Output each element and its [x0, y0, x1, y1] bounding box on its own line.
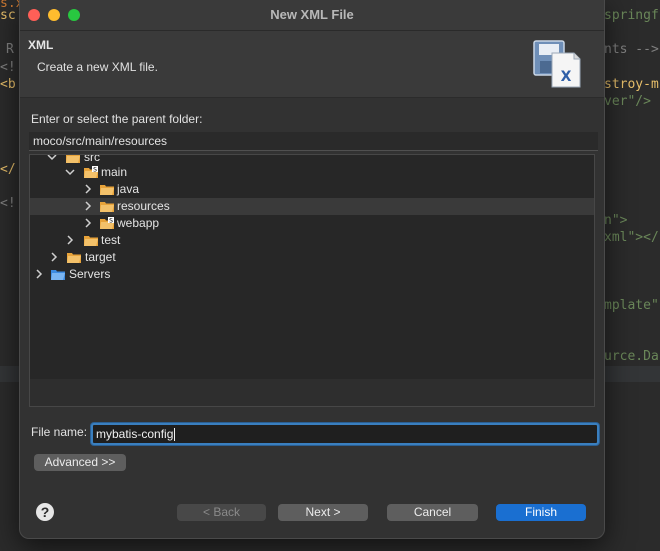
editor-text: n"> [604, 213, 628, 228]
editor-text: R [6, 42, 14, 57]
wizard-header: XML Create a new XML file. X [20, 31, 604, 98]
window-title: New XML File [270, 7, 354, 22]
tree-item-test[interactable]: test [30, 232, 594, 249]
tree-item-webapp[interactable]: S webapp [30, 215, 594, 232]
tree-item-target[interactable]: target [30, 249, 594, 266]
chevron-right-icon[interactable] [34, 269, 44, 279]
tree-item-label: target [85, 250, 116, 264]
tree-item-resources[interactable]: resources [30, 198, 594, 215]
folder-icon [100, 185, 114, 195]
svg-text:X: X [561, 69, 572, 85]
editor-text: urce.Da [604, 349, 659, 364]
parent-folder-input[interactable]: moco/src/main/resources [29, 132, 598, 151]
help-icon[interactable]: ? [36, 503, 54, 521]
folder-icon [84, 236, 98, 246]
editor-text: mplate" [604, 298, 659, 313]
editor-text: stroy-m [604, 77, 659, 92]
chevron-right-icon[interactable] [83, 184, 93, 194]
svg-text:S: S [93, 167, 97, 174]
folder-icon [51, 270, 65, 280]
folder-icon [66, 155, 80, 163]
tree-item-label: main [101, 165, 128, 179]
folder-icon: S [100, 217, 114, 229]
folder-icon [100, 202, 114, 212]
tree-item-label: test [101, 233, 121, 247]
chevron-right-icon[interactable] [65, 235, 75, 245]
tree-item-java[interactable]: java [30, 181, 594, 198]
finish-button[interactable]: Finish [496, 504, 586, 521]
advanced-button[interactable]: Advanced >> [34, 454, 126, 471]
back-button[interactable]: < Back [177, 504, 266, 521]
editor-text: <b [0, 77, 16, 92]
tree-item-servers[interactable]: Servers [30, 266, 594, 283]
editor-text: springf [604, 8, 659, 23]
tree-item-label: java [117, 182, 140, 196]
editor-text: xml"></ [604, 230, 659, 245]
editor-text: <! [0, 196, 16, 211]
editor-text: sc [0, 8, 16, 23]
chevron-right-icon[interactable] [83, 201, 93, 211]
xml-file-wizard-icon: X [533, 40, 581, 88]
chevron-down-icon[interactable] [65, 167, 75, 177]
parent-folder-label: Enter or select the parent folder: [31, 112, 203, 126]
text-caret [174, 428, 176, 442]
svg-text:S: S [109, 218, 113, 225]
tree-scroll-area [30, 379, 594, 406]
editor-text: <! [0, 60, 16, 75]
wizard-title: XML [28, 38, 54, 52]
tree-item-label: resources [117, 199, 170, 213]
folder-tree[interactable]: src S main java resources S webapp test … [29, 154, 595, 407]
wizard-description: Create a new XML file. [37, 60, 158, 74]
tree-item-main[interactable]: S main [30, 164, 594, 181]
file-name-input[interactable]: mybatis-config [91, 423, 599, 445]
chevron-down-icon[interactable] [47, 154, 57, 162]
next-button[interactable]: Next > [278, 504, 368, 521]
editor-text: </ [0, 162, 16, 177]
chevron-right-icon[interactable] [49, 252, 59, 262]
tree-item-label: webapp [117, 216, 160, 230]
editor-text: nts --> [604, 42, 659, 57]
new-xml-file-dialog: New XML File XML Create a new XML file. … [19, 0, 605, 539]
folder-icon: S [84, 166, 98, 178]
file-name-value: mybatis-config [96, 427, 174, 441]
tree-item-label: src [84, 154, 100, 164]
title-bar[interactable]: New XML File [20, 0, 604, 31]
cancel-button[interactable]: Cancel [387, 504, 478, 521]
folder-icon [67, 253, 81, 263]
file-name-label: File name: [31, 425, 88, 439]
tree-item-label: Servers [69, 267, 111, 281]
editor-text: ver"/> [604, 94, 651, 109]
chevron-right-icon[interactable] [83, 218, 93, 228]
